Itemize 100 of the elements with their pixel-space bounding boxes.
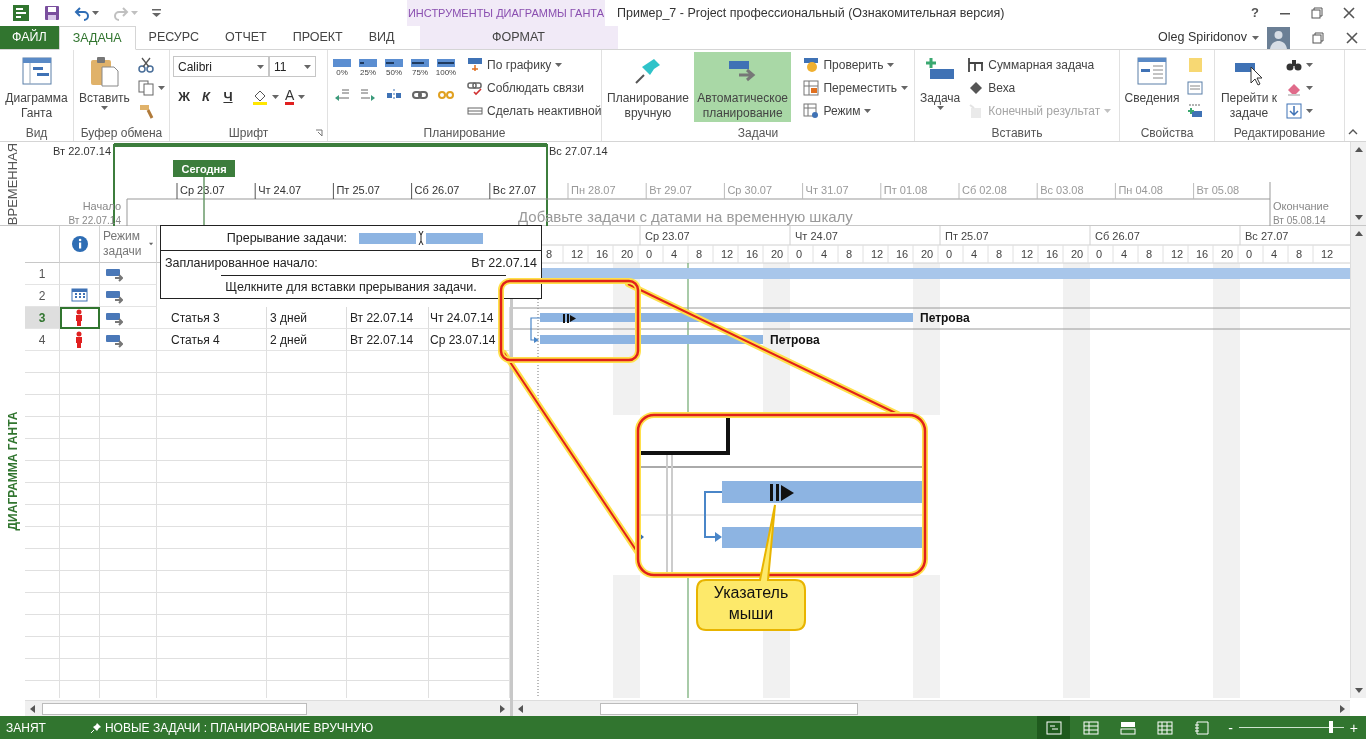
percent-complete-button[interactable]: 100% (435, 58, 457, 77)
font-color-button[interactable]: A (282, 85, 309, 109)
brush-icon (137, 102, 154, 119)
today-badge: Сегодня (173, 160, 235, 177)
avatar (1267, 26, 1290, 49)
hour-label: 4 (1271, 248, 1278, 260)
ribbon-tab[interactable]: ЗАДАЧА (58, 26, 136, 50)
hour-label: 20 (921, 248, 934, 260)
task-button[interactable]: Задача (918, 52, 963, 122)
hour-label: 12 (871, 248, 884, 260)
hour-label: 16 (1046, 248, 1059, 260)
paste-icon (88, 55, 121, 87)
font-size-field[interactable]: 11 (269, 56, 316, 77)
status-text: ЗАНЯТ (5, 719, 46, 737)
ribbon-tab[interactable]: ОТЧЕТ (212, 26, 280, 49)
table-cell-text: Вт 22.07.14 (350, 309, 414, 327)
gantt-view-button[interactable] (1037, 716, 1071, 739)
percent-complete-button[interactable]: 75% (409, 58, 431, 77)
hour-label: 16 (746, 248, 759, 260)
underline-button[interactable]: Ч (217, 85, 239, 109)
view-icon (1193, 720, 1210, 735)
mode-button[interactable]: Режим (800, 99, 911, 122)
information-button[interactable]: Сведения (1123, 52, 1181, 122)
caret-icon (257, 64, 264, 69)
window-title: Пример_7 - Project профессиональный (Ознакомительная версия) (616, 4, 1006, 22)
view-icon (1082, 720, 1099, 735)
gantt-chart-button[interactable]: Диаграмма Ганта (3, 52, 70, 122)
paste-button[interactable]: Вставить (77, 52, 132, 122)
undo-icon (74, 5, 90, 21)
restore-button[interactable] (1308, 7, 1326, 19)
caret-icon (555, 62, 563, 67)
milestone-button[interactable]: Веха (965, 76, 1115, 99)
zoom-in-button[interactable]: + (1347, 720, 1360, 735)
help-button[interactable]: ? (1248, 3, 1262, 23)
hour-label: 12 (1171, 248, 1184, 260)
callout-bubble: Указатель мыши (696, 504, 806, 631)
percent-complete-button[interactable]: 25% (357, 58, 379, 77)
undo-button[interactable] (74, 5, 99, 21)
close-button[interactable] (1340, 7, 1358, 19)
auto-schedule-button[interactable]: Автоматическое планирование (693, 52, 792, 122)
percent-complete-button[interactable]: 50% (383, 58, 405, 77)
file-tab[interactable]: ФАЙЛ (0, 26, 59, 49)
ribbon-tab[interactable]: ВИД (355, 26, 408, 49)
font-name-field[interactable]: Calibri (173, 56, 269, 77)
italic-button[interactable]: К (195, 85, 217, 109)
group-label: Шрифт (170, 124, 327, 141)
timeline-date: Ср 23.07 (180, 184, 225, 196)
table-cell-text: Статья 4 (171, 331, 220, 349)
progress-bar-icon (411, 58, 429, 68)
view-icon (1045, 720, 1062, 735)
summary-task-button[interactable]: Суммарная задача (965, 53, 1115, 76)
scroll-thumb[interactable] (42, 702, 307, 715)
new-tasks-status: НОВЫЕ ЗАДАЧИ : ПЛАНИРОВАНИЕ ВРУЧНУЮ (104, 719, 374, 737)
inactivate-button[interactable]: Сделать неактивной (464, 99, 605, 122)
user-account-button[interactable]: Oleg Spiridonov (1158, 28, 1259, 47)
dialog-launcher-icon[interactable] (315, 129, 323, 137)
manual-schedule-button[interactable]: Планирование вручную (605, 52, 691, 122)
percent-complete-button[interactable]: 0% (331, 58, 353, 77)
collapse-ribbon-icon[interactable] (1348, 129, 1358, 135)
inspect-button[interactable]: Проверить (800, 53, 911, 76)
close-button[interactable] (1346, 31, 1358, 44)
ribbon-tab[interactable]: ФОРМАТ (419, 26, 618, 49)
progress-bar-icon (385, 58, 403, 68)
information-icon (70, 235, 89, 253)
on-schedule-button[interactable]: По графику (464, 53, 605, 76)
caret-icon (1104, 108, 1112, 113)
view-icon (1119, 720, 1136, 735)
split-cursor-icon (563, 314, 576, 323)
end-date: Вт 05.08.14 (1273, 215, 1326, 226)
customize-icon[interactable] (152, 8, 161, 18)
caret-icon (157, 85, 165, 90)
caret-icon (272, 95, 279, 99)
move-icon (803, 79, 820, 96)
column-header[interactable]: Режим задачи (103, 229, 149, 259)
hour-label: 16 (896, 248, 909, 260)
ribbon-tab[interactable]: РЕСУРС (135, 26, 213, 49)
bold-button[interactable]: Ж (173, 85, 195, 109)
zoom-out-button[interactable]: - (1226, 720, 1235, 735)
table-cell-text: Ср 23.07.14 (430, 331, 496, 349)
scroll-thumb[interactable] (600, 702, 858, 715)
group-label: Задачи (736, 125, 780, 141)
group-label: Свойства (1139, 125, 1195, 141)
context-tab-group-label: ИНСТРУМЕНТЫ ДИАГРАММЫ ГАНТА (407, 0, 605, 26)
day-label: Пт 25.07 (945, 230, 989, 242)
respect-links-button[interactable]: Соблюдать связи (464, 76, 605, 99)
save-button[interactable] (44, 5, 60, 21)
hour-label: 20 (1221, 248, 1234, 260)
go-to-task-button[interactable]: Перейти к задаче (1218, 52, 1280, 122)
timeline-drop-area[interactable] (126, 198, 1271, 226)
move-button[interactable]: Переместить (800, 76, 911, 99)
hour-label: 0 (796, 248, 803, 260)
hour-label: 20 (1071, 248, 1084, 260)
ribbon-tab[interactable]: ПРОЕКТ (279, 26, 356, 49)
row-number: 2 (38, 287, 46, 305)
table-cell-text: Вт 22.07.14 (350, 331, 414, 349)
zoom-slider-thumb[interactable] (1329, 721, 1334, 733)
scroll-down-icon (1354, 688, 1363, 693)
scroll-left-icon (30, 704, 35, 713)
restore-button[interactable] (1312, 31, 1324, 44)
caret-icon (936, 106, 944, 110)
